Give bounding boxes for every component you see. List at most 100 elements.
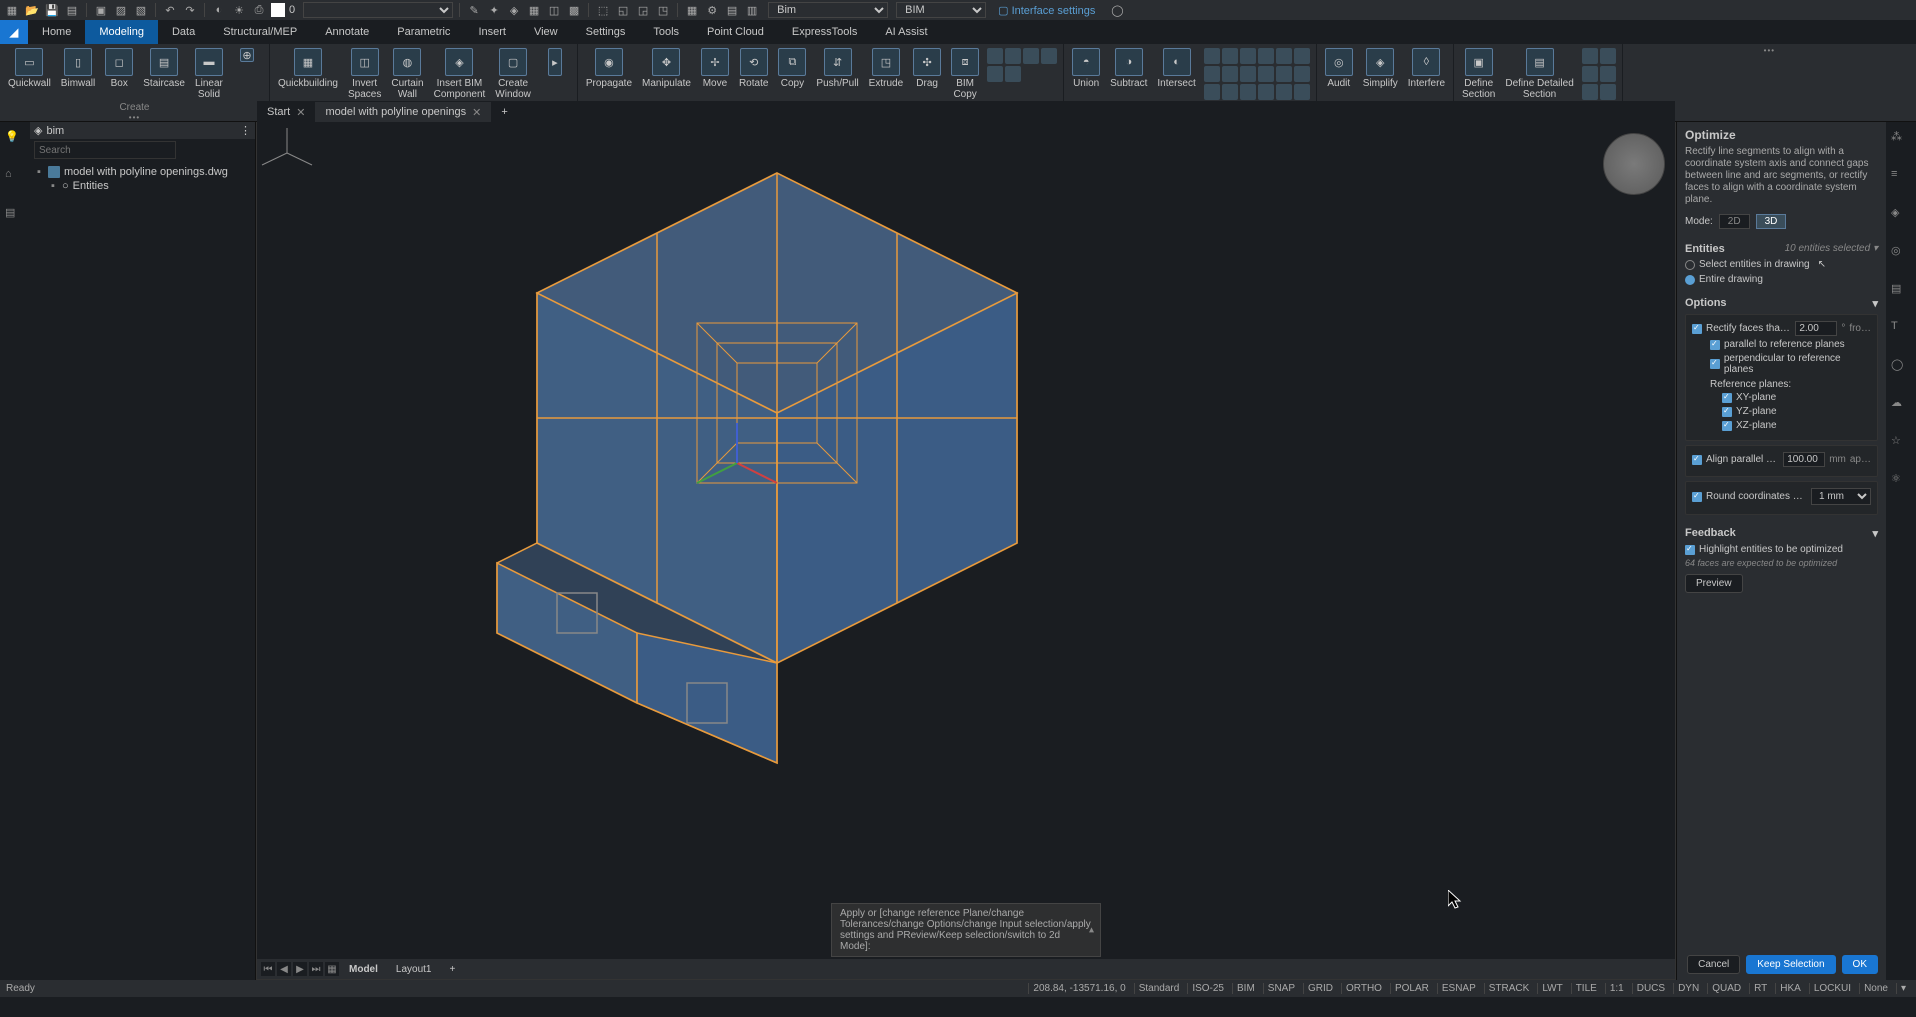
qat-profile-combo[interactable]: BIM xyxy=(896,2,986,18)
qat-help-icon[interactable]: ◯ xyxy=(1109,2,1125,18)
tab-parametric[interactable]: Parametric xyxy=(383,20,464,44)
linearsolid-button[interactable]: ▬Linear Solid xyxy=(191,46,227,102)
modify-sm-2[interactable] xyxy=(1005,48,1021,64)
extrude-button[interactable]: ◳Extrude xyxy=(865,46,907,91)
status-bim[interactable]: BIM xyxy=(1232,983,1259,994)
layout-prev-icon[interactable]: ◀ xyxy=(277,962,291,976)
qat-grid-icon[interactable]: ▦ xyxy=(684,2,700,18)
layout-last-icon[interactable]: ⏭ xyxy=(309,962,323,976)
tab-view[interactable]: View xyxy=(520,20,572,44)
command-expand-icon[interactable]: ▴ xyxy=(1089,925,1094,936)
radio-entire-drawing[interactable]: Entire drawing xyxy=(1685,274,1878,285)
manipulate-button[interactable]: ✥Manipulate xyxy=(638,46,695,91)
qat-new-icon[interactable]: ▦ xyxy=(4,2,20,18)
qat-redo-icon[interactable]: ↷ xyxy=(182,2,198,18)
simplify-button[interactable]: ◈Simplify xyxy=(1359,46,1402,91)
highlight-check[interactable]: Highlight entities to be optimized xyxy=(1685,544,1878,555)
status-lockui[interactable]: LOCKUI xyxy=(1809,983,1855,994)
qat-copy-icon[interactable]: ▣ xyxy=(93,2,109,18)
qat-tool5-icon[interactable]: ◫ xyxy=(546,2,562,18)
home-icon[interactable]: ⌂ xyxy=(5,168,25,188)
dots-icon[interactable]: ⁂ xyxy=(1891,130,1911,150)
layout-first-icon[interactable]: ⏮ xyxy=(261,962,275,976)
modify-sm-1[interactable] xyxy=(987,48,1003,64)
bimcopy-button[interactable]: ⧈BIM Copy xyxy=(947,46,983,102)
doctab-add[interactable]: + xyxy=(491,102,517,122)
perpendicular-check[interactable]: perpendicular to reference planes xyxy=(1692,353,1871,375)
align-value-input[interactable] xyxy=(1783,452,1825,467)
qat-cube3-icon[interactable]: ◲ xyxy=(635,2,651,18)
globe-icon[interactable]: ◯ xyxy=(1891,358,1911,378)
pushpull-button[interactable]: ⇵Push/Pull xyxy=(812,46,862,91)
subtract-button[interactable]: ◑Subtract xyxy=(1106,46,1151,91)
model-viewport[interactable]: Start ✕ model with polyline openings ✕ + xyxy=(256,122,1676,980)
sliders-icon[interactable]: ≡ xyxy=(1891,168,1911,188)
qat-tool3-icon[interactable]: ◈ xyxy=(506,2,522,18)
solid-sm-7[interactable] xyxy=(1204,66,1220,82)
interfere-button[interactable]: ◊Interfere xyxy=(1404,46,1449,91)
qat-color-combo[interactable] xyxy=(303,2,453,18)
building-more-button[interactable]: ▸ xyxy=(537,46,573,80)
view-sm-2[interactable] xyxy=(1600,48,1616,64)
xy-plane-check[interactable]: XY-plane xyxy=(1692,392,1871,403)
star-icon[interactable]: ☆ xyxy=(1891,434,1911,454)
round-value-select[interactable]: 1 mm xyxy=(1811,488,1871,505)
align-parallel-check[interactable]: Align parallel … mm ap… xyxy=(1692,452,1871,467)
tab-home[interactable]: Home xyxy=(28,20,85,44)
solid-sm-12[interactable] xyxy=(1294,66,1310,82)
cancel-button[interactable]: Cancel xyxy=(1687,955,1740,974)
tab-structural[interactable]: Structural/MEP xyxy=(209,20,311,44)
insertbim-button[interactable]: ◈Insert BIM Component xyxy=(430,46,490,102)
tab-tools[interactable]: Tools xyxy=(639,20,693,44)
status-lwt[interactable]: LWT xyxy=(1537,983,1566,994)
status-strack[interactable]: STRACK xyxy=(1484,983,1534,994)
tab-expresstools[interactable]: ExpressTools xyxy=(778,20,871,44)
move-button[interactable]: ✢Move xyxy=(697,46,733,91)
qat-db-icon[interactable]: ▤ xyxy=(724,2,740,18)
solid-sm-15[interactable] xyxy=(1240,84,1256,100)
status-standard[interactable]: Standard xyxy=(1134,983,1184,994)
layout-next-icon[interactable]: ▶ xyxy=(293,962,307,976)
audit-button[interactable]: ◎Audit xyxy=(1321,46,1357,91)
bulb-icon[interactable]: 💡 xyxy=(5,130,25,150)
view-cube[interactable] xyxy=(1603,133,1665,195)
tree-collapse-icon[interactable]: ▪ xyxy=(34,166,44,178)
status-grid[interactable]: GRID xyxy=(1303,983,1337,994)
stack-icon[interactable]: ▤ xyxy=(1891,282,1911,302)
cloud-icon[interactable]: ☁ xyxy=(1891,396,1911,416)
tree-expand-icon[interactable]: ▪ xyxy=(48,180,58,192)
propagate-button[interactable]: ◉Propagate xyxy=(582,46,636,91)
tree-entities-item[interactable]: ▪ ○ Entities xyxy=(34,179,251,193)
rectify-value-input[interactable] xyxy=(1795,321,1837,336)
intersect-button[interactable]: ◐Intersect xyxy=(1153,46,1199,91)
parallel-check[interactable]: parallel to reference planes xyxy=(1692,339,1871,350)
definesection-button[interactable]: ▣Define Section xyxy=(1458,46,1499,102)
mode-2d-button[interactable]: 2D xyxy=(1719,214,1750,229)
status-dyn[interactable]: DYN xyxy=(1673,983,1703,994)
tree-file-item[interactable]: ▪ model with polyline openings.dwg xyxy=(34,165,251,179)
qat-print-icon[interactable]: ⎙ xyxy=(251,2,267,18)
status-rt[interactable]: RT xyxy=(1749,983,1771,994)
qat-workspace-combo[interactable]: Bim xyxy=(768,2,888,18)
status-hka[interactable]: HKA xyxy=(1775,983,1805,994)
solid-sm-11[interactable] xyxy=(1276,66,1292,82)
curtainwall-button[interactable]: ◍Curtain Wall xyxy=(387,46,427,102)
solid-sm-6[interactable] xyxy=(1294,48,1310,64)
diamond-icon[interactable]: ◈ xyxy=(1891,206,1911,226)
tab-pointcloud[interactable]: Point Cloud xyxy=(693,20,778,44)
create-more-button[interactable]: ⊕ xyxy=(229,46,265,66)
quickbuilding-button[interactable]: ▦Quickbuilding xyxy=(274,46,342,91)
qat-cut-icon[interactable]: ▧ xyxy=(133,2,149,18)
xz-plane-check[interactable]: XZ-plane xyxy=(1692,420,1871,431)
qat-tool6-icon[interactable]: ▩ xyxy=(566,2,582,18)
modify-sm-4[interactable] xyxy=(1041,48,1057,64)
qat-circle-icon[interactable]: ◐ xyxy=(211,2,227,18)
drag-button[interactable]: ✣Drag xyxy=(909,46,945,91)
solid-sm-1[interactable] xyxy=(1204,48,1220,64)
layout-add-tab[interactable]: + xyxy=(441,964,463,975)
solid-sm-17[interactable] xyxy=(1276,84,1292,100)
round-coords-check[interactable]: Round coordinates … 1 mm xyxy=(1692,488,1871,505)
qat-tool4-icon[interactable]: ▦ xyxy=(526,2,542,18)
view-sm-5[interactable] xyxy=(1582,84,1598,100)
ribbon-overflow[interactable]: ••• xyxy=(1764,46,1775,55)
